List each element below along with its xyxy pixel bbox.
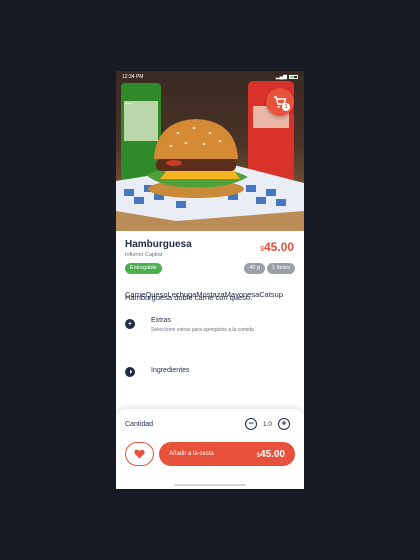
items-chip: 1 Items (266, 263, 295, 274)
phone-screen: 12:34 PM ▂▄▆ ← 1 Hamburguesa Infierno Ca… (116, 71, 304, 489)
total-amount: 45.00 (259, 448, 285, 460)
add-to-cart-button[interactable]: Añadir a la cesta $45.00 (159, 442, 295, 466)
cart-count-badge: 1 (282, 103, 290, 111)
product-image: 12:34 PM ▂▄▆ ← 1 (116, 71, 304, 231)
favorite-button[interactable] (125, 442, 154, 466)
extras-title: Extras (151, 317, 171, 324)
pie-chart-icon: ◑ (125, 367, 135, 377)
bottom-sheet: Cantidad − 1.0 + Añadir a la cesta $45.0… (116, 409, 304, 489)
price-amount: 45.00 (263, 240, 294, 254)
cart-button[interactable]: 1 (266, 88, 294, 116)
status-bar: 12:34 PM ▂▄▆ (116, 71, 304, 83)
quantity-value: 1.0 (262, 420, 272, 428)
ingredients-list: CarneQuesoLechugaMostazaMayonesaCatsup (125, 290, 284, 299)
plus-circle-icon: + (125, 319, 135, 329)
increment-button[interactable]: + (278, 418, 290, 430)
back-arrow-icon[interactable]: ← (123, 97, 135, 108)
ingredients-title: Ingredientes (151, 367, 190, 374)
weight-chip: 40 g (244, 263, 265, 274)
signal-icon: ▂▄▆ (275, 74, 287, 80)
restaurant-name: Infierno Capital (125, 252, 162, 258)
quantity-stepper: − 1.0 + (244, 418, 290, 430)
ingredients-row[interactable]: ◑ Ingredientes (125, 365, 190, 377)
total-price: $45.00 (257, 449, 285, 460)
status-icons: ▂▄▆ (276, 74, 298, 80)
home-indicator (174, 484, 246, 486)
product-chips: 40 g 1 Items (244, 263, 295, 274)
availability-tag: Entregable (125, 263, 162, 274)
battery-icon (289, 75, 298, 79)
product-price: $45.00 (260, 240, 294, 254)
status-time: 12:34 PM (122, 74, 144, 80)
heart-icon (134, 449, 145, 459)
extras-row[interactable]: + Extras Seleccione extras para agregarl… (125, 317, 254, 333)
decrement-button[interactable]: − (244, 418, 257, 430)
add-to-cart-label: Añadir a la cesta (169, 451, 214, 457)
product-title: Hamburguesa (125, 239, 192, 250)
extras-subtitle: Seleccione extras para agregarlos a la c… (151, 327, 254, 333)
quantity-label: Cantidad (125, 421, 154, 428)
